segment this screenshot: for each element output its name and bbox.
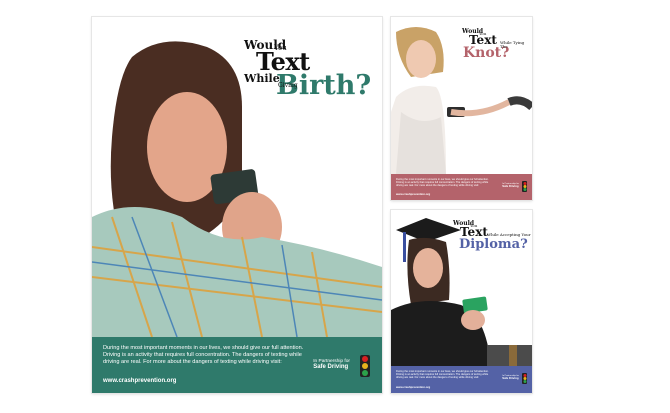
footer-url: www.crashprevention.org bbox=[396, 385, 431, 389]
poster-footer: During the most important moments in our… bbox=[92, 337, 382, 393]
footer-body-text: During the most important moments in our… bbox=[103, 345, 304, 365]
headline: Would You Text While Tying The Knot? bbox=[462, 29, 532, 61]
headline-doing: While Accepting Your bbox=[487, 232, 531, 237]
partner-org: Safe Driving bbox=[502, 184, 519, 189]
partner-org: Safe Driving bbox=[313, 364, 349, 371]
headline-you: You bbox=[470, 223, 478, 228]
headline: Would You Text While Giving Birth? bbox=[244, 39, 374, 99]
traffic-light-icon bbox=[522, 373, 527, 384]
headline: Would You Text While Accepting Your Dipl… bbox=[453, 221, 532, 252]
headline-keyword: Diploma? bbox=[459, 237, 528, 252]
poster-footer: During the most important moments in our… bbox=[391, 366, 532, 393]
headline-doing: Giving bbox=[278, 82, 298, 89]
headline-you: You bbox=[274, 44, 287, 52]
headline-doing: While Tying The bbox=[500, 40, 525, 49]
footer-url: www.crashprevention.org bbox=[103, 378, 177, 384]
traffic-light-icon bbox=[360, 355, 370, 377]
poster-tying-the-knot: Would You Text While Tying The Knot? Dur… bbox=[391, 17, 532, 200]
partner-label: In Partnership for Safe Driving bbox=[502, 375, 519, 380]
footer-url: www.crashprevention.org bbox=[396, 192, 431, 196]
poster-accepting-diploma: Would You Text While Accepting Your Dipl… bbox=[391, 210, 532, 393]
traffic-light-icon bbox=[522, 181, 527, 192]
footer-body-text: During the most important moments in our… bbox=[396, 370, 489, 380]
partner-org: Safe Driving bbox=[502, 376, 519, 381]
poster-footer: During the most important moments in our… bbox=[391, 174, 532, 200]
partner-label: In Partnership for Safe Driving bbox=[502, 183, 519, 188]
headline-you: You bbox=[479, 31, 487, 36]
poster-giving-birth: Would You Text While Giving Birth? Durin… bbox=[92, 17, 382, 393]
footer-body-text: During the most important moments in our… bbox=[396, 178, 489, 188]
partner-label: In Partnership for Safe Driving bbox=[313, 359, 350, 371]
